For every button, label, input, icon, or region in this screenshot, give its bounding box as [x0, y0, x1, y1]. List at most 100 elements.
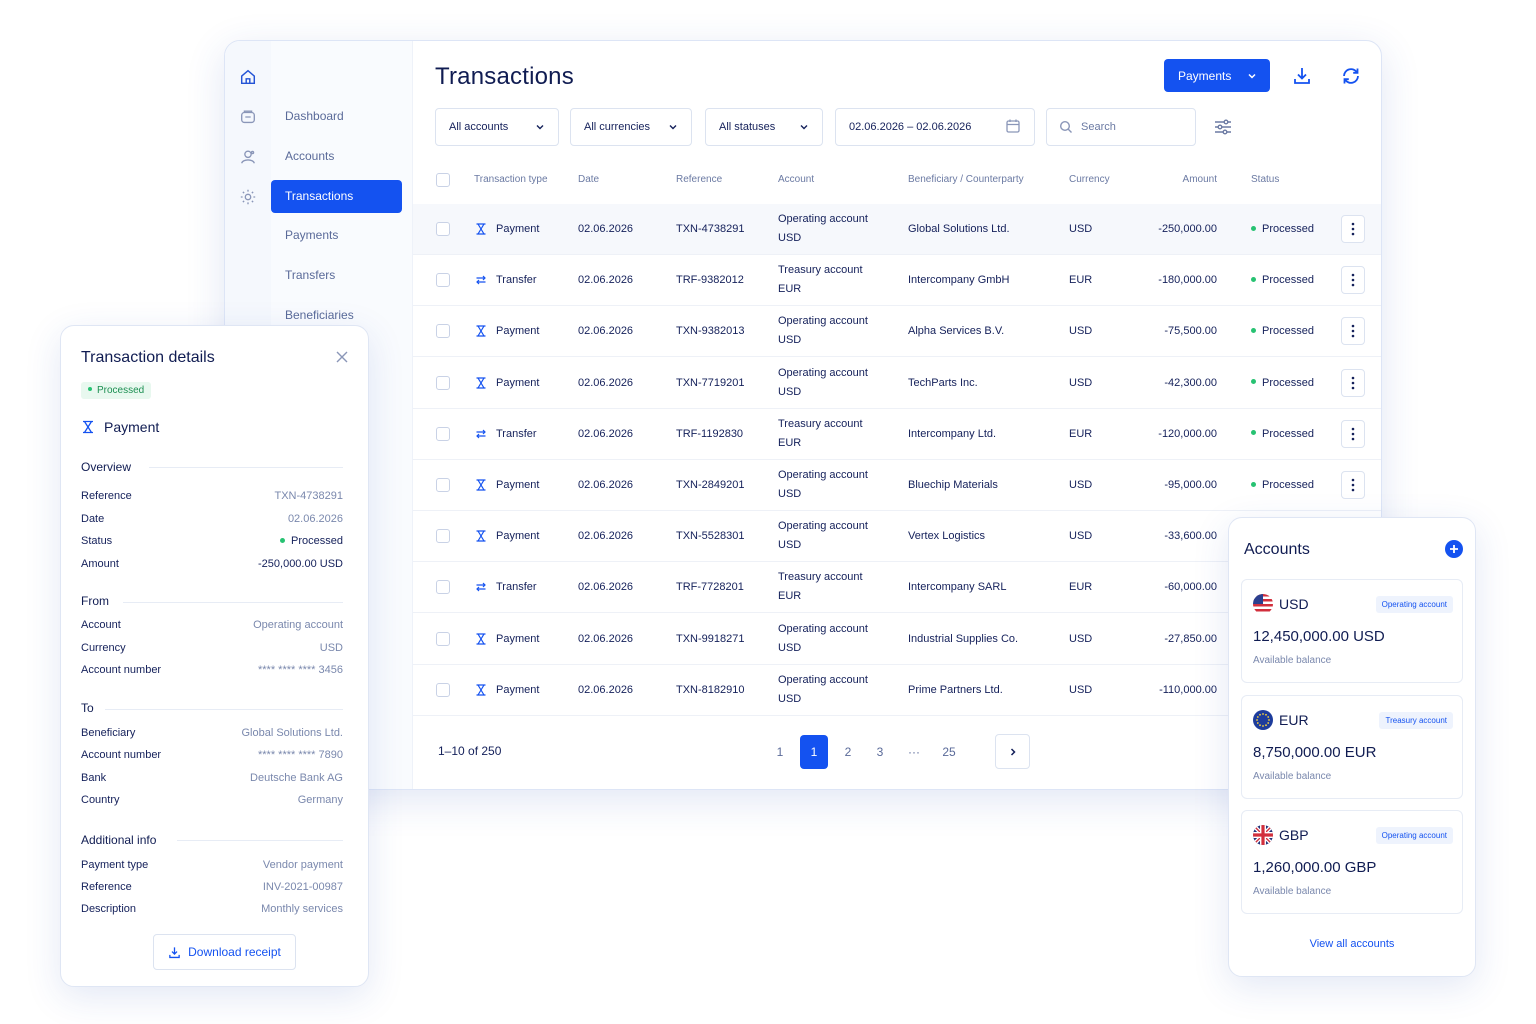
status-dot — [280, 537, 286, 543]
transaction-reference: TXN-9382013 — [676, 325, 745, 338]
table-row[interactable]: Payment 02.06.2026 TXN-7719201 Operating ac… — [413, 358, 1381, 409]
page-button[interactable]: 25 — [935, 735, 963, 769]
sidebar-item-dashboard[interactable]: Dashboard — [271, 100, 402, 133]
account-name: Operating account — [778, 366, 868, 379]
currency: USD — [1069, 223, 1093, 235]
column-header[interactable]: Beneficiary / Counterparty — [908, 174, 1024, 185]
page-button-active[interactable]: 1 — [800, 735, 828, 769]
status-dot — [1251, 430, 1256, 436]
detail-row: Account Operating account — [81, 619, 343, 635]
currencies-filter-label: All currencies — [584, 121, 651, 133]
payment-icon — [475, 632, 487, 645]
close-icon[interactable] — [335, 350, 349, 364]
row-actions-button[interactable] — [1341, 215, 1365, 243]
row-checkbox[interactable] — [436, 375, 450, 390]
accounts-filter[interactable]: All accounts — [435, 108, 559, 146]
amount: -42,300.00 — [1164, 376, 1217, 389]
page-button[interactable]: 2 — [834, 735, 862, 769]
row-checkbox[interactable] — [436, 324, 450, 339]
sidebar-item-payments[interactable]: Payments — [271, 219, 402, 252]
accounts-icon[interactable] — [239, 148, 257, 166]
filter-settings-icon[interactable] — [1213, 117, 1233, 137]
payment-icon — [83, 420, 93, 434]
page-button[interactable]: 3 — [866, 735, 894, 769]
status: Processed — [1251, 377, 1314, 389]
view-all-accounts-link[interactable]: View all accounts — [1229, 938, 1475, 950]
row-actions-button[interactable] — [1341, 419, 1365, 448]
row-actions-button[interactable] — [1341, 368, 1365, 397]
transaction-date: 02.06.2026 — [578, 325, 634, 338]
column-header[interactable]: Currency — [1069, 174, 1110, 185]
account-card-eur[interactable]: EUR Treasury account 8,750,000.00 EUR Av… — [1241, 695, 1463, 799]
payment-icon — [475, 223, 487, 235]
add-account-button[interactable] — [1445, 540, 1463, 558]
row-checkbox[interactable] — [436, 426, 450, 441]
detail-value: TXN-4738291 — [274, 490, 344, 502]
transaction-reference: TXN-5528301 — [676, 530, 745, 543]
select-all-checkbox[interactable] — [436, 173, 450, 187]
row-actions-button[interactable] — [1341, 471, 1365, 499]
row-checkbox[interactable] — [436, 580, 450, 595]
row-actions-button[interactable] — [1341, 317, 1365, 346]
row-checkbox[interactable] — [436, 529, 450, 544]
table-row[interactable]: Payment 02.06.2026 TXN-9382013 Operating ac… — [413, 306, 1381, 358]
payment-icon — [475, 684, 487, 696]
transaction-reference: TRF-7728201 — [676, 581, 744, 594]
row-checkbox[interactable] — [436, 273, 450, 288]
payments-dropdown-button[interactable]: Payments — [1164, 59, 1270, 92]
sidebar-item-transfers[interactable]: Transfers — [271, 259, 402, 292]
account-card-gbp[interactable]: GBP Operating account 1,260,000.00 GBP A… — [1241, 810, 1463, 914]
amount: -120,000.00 — [1158, 427, 1217, 440]
transfer-icon — [475, 581, 487, 593]
account-name: Operating account — [778, 213, 868, 225]
account-type-tag: Operating account — [1375, 596, 1453, 613]
transaction-date: 02.06.2026 — [578, 479, 634, 491]
table-row[interactable]: Transfer 02.06.2026 TRF-1192830 Treasury ac… — [413, 409, 1381, 460]
column-header[interactable]: Status — [1251, 174, 1279, 185]
wallet-icon[interactable] — [239, 108, 257, 126]
search-input[interactable] — [1081, 121, 1181, 133]
page-button[interactable]: 1 — [766, 735, 794, 769]
download-receipt-label: Download receipt — [188, 945, 281, 959]
home-icon[interactable] — [239, 68, 257, 86]
column-header[interactable]: Account — [778, 174, 814, 185]
status: Processed — [1251, 223, 1314, 235]
account-name: Operating account — [778, 673, 868, 686]
download-icon[interactable] — [1291, 65, 1313, 87]
sidebar-item-accounts[interactable]: Accounts — [271, 140, 402, 173]
currencies-filter[interactable]: All currencies — [570, 108, 692, 146]
row-actions-button[interactable] — [1341, 266, 1365, 295]
search-box[interactable] — [1046, 108, 1196, 146]
transaction-account: Operating account USD — [778, 312, 868, 350]
column-header[interactable]: Transaction type — [474, 174, 548, 185]
column-header[interactable]: Date — [578, 174, 599, 185]
table-row[interactable]: Payment 02.06.2026 TXN-2849201 Operating ac… — [413, 460, 1381, 511]
column-header[interactable]: Reference — [676, 174, 722, 185]
next-page-button[interactable] — [995, 734, 1030, 769]
payment-icon — [475, 479, 487, 491]
table-row[interactable]: Transfer 02.06.2026 TRF-9382012 Treasury ac… — [413, 255, 1381, 307]
statuses-filter[interactable]: All statuses — [705, 108, 823, 146]
sidebar-item-transactions[interactable]: Transactions — [271, 180, 402, 213]
transaction-reference: TXN-2849201 — [676, 479, 745, 491]
row-checkbox[interactable] — [436, 222, 450, 236]
detail-value: Operating account — [253, 619, 343, 631]
download-receipt-button[interactable]: Download receipt — [153, 934, 296, 970]
payment-icon — [475, 376, 487, 389]
amount: -110,000.00 — [1159, 683, 1217, 696]
row-checkbox[interactable] — [436, 631, 450, 646]
more-vertical-icon — [1351, 478, 1355, 492]
account-card-usd[interactable]: USD Operating account 12,450,000.00 USD … — [1241, 579, 1463, 683]
detail-key: Currency — [81, 641, 126, 654]
row-checkbox[interactable] — [436, 682, 450, 697]
row-checkbox[interactable] — [436, 478, 450, 492]
refresh-icon[interactable] — [1340, 65, 1362, 87]
column-header[interactable]: Amount — [1183, 174, 1217, 185]
date-range-picker[interactable]: 02.06.2026 – 02.06.2026 — [835, 108, 1035, 146]
settings-icon[interactable] — [239, 188, 257, 206]
payments-button-label: Payments — [1178, 68, 1232, 83]
transaction-account: Operating account USD — [778, 210, 868, 248]
detail-row: Account number **** **** **** 3456 — [81, 664, 343, 680]
table-row[interactable]: Payment 02.06.2026 TXN-4738291 Operating ac… — [413, 204, 1381, 255]
currency: USD — [1069, 683, 1093, 696]
